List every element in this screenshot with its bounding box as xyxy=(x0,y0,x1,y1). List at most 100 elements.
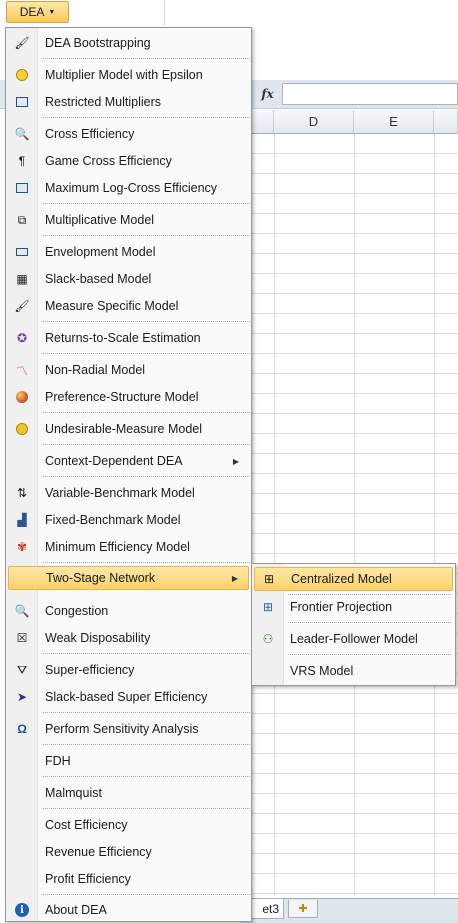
menu-item-cost-efficiency[interactable]: Cost Efficiency xyxy=(8,813,249,837)
submenu-item-leader-follower[interactable]: ⚇ Leader-Follower Model xyxy=(254,627,453,651)
submenu-item-centralized-model[interactable]: ⊞ Centralized Model xyxy=(254,567,453,591)
menu-item-label: Leader-Follower Model xyxy=(290,632,418,646)
palette-icon xyxy=(8,417,36,441)
sort-icon: ⇅ xyxy=(16,486,28,500)
menu-item-label: Two-Stage Network xyxy=(46,571,156,585)
menu-item-two-stage-network[interactable]: Two-Stage Network ▶ xyxy=(8,566,249,590)
bug-icon: ✾ xyxy=(16,540,28,554)
chevron-down-icon: ▼ xyxy=(48,8,56,16)
menu-item-label: VRS Model xyxy=(290,664,354,678)
menu-item-profit-efficiency[interactable]: Profit Efficiency xyxy=(8,867,249,891)
menu-item-preference-structure[interactable]: Preference-Structure Model xyxy=(8,385,249,409)
dea-menu-button[interactable]: DEA ▼ xyxy=(6,1,69,23)
table-icon xyxy=(8,90,36,114)
menu-item-multiplier-epsilon[interactable]: Multiplier Model with Epsilon xyxy=(8,63,249,87)
menu-item-restricted-multipliers[interactable]: Restricted Multipliers xyxy=(8,90,249,114)
submenu-item-frontier-projection[interactable]: ⊞ Frontier Projection xyxy=(254,595,453,619)
menu-item-measure-specific-model[interactable]: 🖌 Measure Specific Model xyxy=(8,294,249,318)
menu-item-minimum-efficiency[interactable]: ✾ Minimum Efficiency Model xyxy=(8,535,249,559)
submenu-item-vrs-model[interactable]: VRS Model xyxy=(254,659,453,683)
insert-sheet-icon[interactable]: ✚ xyxy=(288,900,318,918)
menu-item-context-dependent[interactable]: Context-Dependent DEA ▶ xyxy=(8,449,249,473)
dea-button-label: DEA xyxy=(19,5,45,19)
bootstrap-icon: 🖌 xyxy=(14,36,30,50)
menu-item-sensitivity-analysis[interactable]: Ω Perform Sensitivity Analysis xyxy=(8,717,249,741)
menu-item-fixed-benchmark[interactable]: ▟ Fixed-Benchmark Model xyxy=(8,508,249,532)
menu-item-label: Restricted Multipliers xyxy=(45,95,162,109)
menu-item-multiplicative-model[interactable]: ⧉ Multiplicative Model xyxy=(8,208,249,232)
menu-item-slack-super-efficiency[interactable]: ➤ Slack-based Super Efficiency xyxy=(8,685,249,709)
menu-item-label: Frontier Projection xyxy=(290,600,393,614)
pointer-icon: ➤ xyxy=(16,690,28,704)
menu-item-label: Perform Sensitivity Analysis xyxy=(45,722,199,736)
menu-item-label: Weak Disposability xyxy=(45,631,151,645)
column-header-e[interactable]: E xyxy=(354,110,434,134)
menu-item-malmquist[interactable]: Malmquist xyxy=(8,781,249,805)
menu-item-fdh[interactable]: FDH xyxy=(8,749,249,773)
menu-separator xyxy=(43,321,250,322)
menu-item-label: Congestion xyxy=(45,604,109,618)
column-header-f[interactable] xyxy=(434,110,458,134)
menu-item-label: DEA Bootstrapping xyxy=(45,36,151,50)
cross-box-icon: ☒ xyxy=(16,631,28,645)
menu-item-label: Non-Radial Model xyxy=(45,363,146,377)
menu-separator xyxy=(288,622,451,623)
menu-item-envelopment-model[interactable]: Envelopment Model xyxy=(8,240,249,264)
menu-item-revenue-efficiency[interactable]: Revenue Efficiency xyxy=(8,840,249,864)
menu-item-congestion[interactable]: 🔍 Congestion xyxy=(8,599,249,623)
column-header-d[interactable]: D xyxy=(274,110,354,134)
menu-item-label: Minimum Efficiency Model xyxy=(45,540,190,554)
menu-separator xyxy=(43,444,250,445)
menu-item-non-radial-model[interactable]: 〽 Non-Radial Model xyxy=(8,358,249,382)
menu-separator xyxy=(43,744,250,745)
menu-item-label: Fixed-Benchmark Model xyxy=(45,513,181,527)
menu-item-returns-to-scale[interactable]: ✪ Returns-to-Scale Estimation xyxy=(8,326,249,350)
menu-item-max-log-cross-efficiency[interactable]: Maximum Log-Cross Efficiency xyxy=(8,176,249,200)
copy-icon: ⧉ xyxy=(17,212,27,227)
menu-item-cross-efficiency[interactable]: 🔍 Cross Efficiency xyxy=(8,122,249,146)
menu-item-label: Multiplier Model with Epsilon xyxy=(45,68,203,82)
grid-icon: ▦ xyxy=(16,272,28,286)
menu-item-label: Measure Specific Model xyxy=(45,299,179,313)
magnifier-icon: 🔍 xyxy=(14,127,30,141)
menu-separator xyxy=(43,412,250,413)
menu-item-dea-bootstrapping[interactable]: 🖌 DEA Bootstrapping xyxy=(8,31,249,55)
picture-icon xyxy=(8,176,36,200)
menu-item-label: About DEA xyxy=(45,903,107,917)
fx-icon[interactable]: fx xyxy=(255,83,280,105)
cell-grid[interactable] xyxy=(252,134,458,896)
menu-item-label: Cross Efficiency xyxy=(45,127,135,141)
menu-item-label: Variable-Benchmark Model xyxy=(45,486,195,500)
menu-item-label: Envelopment Model xyxy=(45,245,156,259)
chart-line-icon: 〽 xyxy=(15,363,28,378)
two-stage-network-submenu: ⊞ Centralized Model ⊞ Frontier Projectio… xyxy=(251,563,456,686)
network-icon: ⊞ xyxy=(262,600,274,614)
menu-item-slack-based-model[interactable]: ▦ Slack-based Model xyxy=(8,267,249,291)
funnel-icon: ⛛ xyxy=(16,662,28,677)
menu-item-about-dea[interactable]: i About DEA xyxy=(8,898,249,922)
menu-item-variable-benchmark[interactable]: ⇅ Variable-Benchmark Model xyxy=(8,481,249,505)
menu-item-label: Profit Efficiency xyxy=(45,872,131,886)
pilcrow-icon: ¶ xyxy=(18,154,26,168)
menu-separator xyxy=(43,808,250,809)
chevron-right-icon: ▶ xyxy=(232,456,239,466)
menu-separator xyxy=(43,776,250,777)
menu-separator xyxy=(43,58,250,59)
menu-item-undesirable-measure[interactable]: Undesirable-Measure Model xyxy=(8,417,249,441)
menu-item-super-efficiency[interactable]: ⛛ Super-efficiency xyxy=(8,658,249,682)
search-icon: 🔍 xyxy=(14,604,30,618)
column-header-c[interactable] xyxy=(252,110,274,134)
menu-item-label: Returns-to-Scale Estimation xyxy=(45,331,201,345)
menu-item-label: Context-Dependent DEA xyxy=(45,454,183,468)
menu-item-label: Malmquist xyxy=(45,786,102,800)
menu-separator xyxy=(43,712,250,713)
ribbon-separator xyxy=(164,0,165,26)
formula-input[interactable] xyxy=(282,83,458,105)
menu-item-label: Undesirable-Measure Model xyxy=(45,422,203,436)
menu-item-label: Cost Efficiency xyxy=(45,818,128,832)
menu-separator xyxy=(43,235,250,236)
menu-item-weak-disposability[interactable]: ☒ Weak Disposability xyxy=(8,626,249,650)
menu-item-game-cross-efficiency[interactable]: ¶ Game Cross Efficiency xyxy=(8,149,249,173)
menu-separator xyxy=(43,653,250,654)
star-icon: ✪ xyxy=(16,331,28,345)
